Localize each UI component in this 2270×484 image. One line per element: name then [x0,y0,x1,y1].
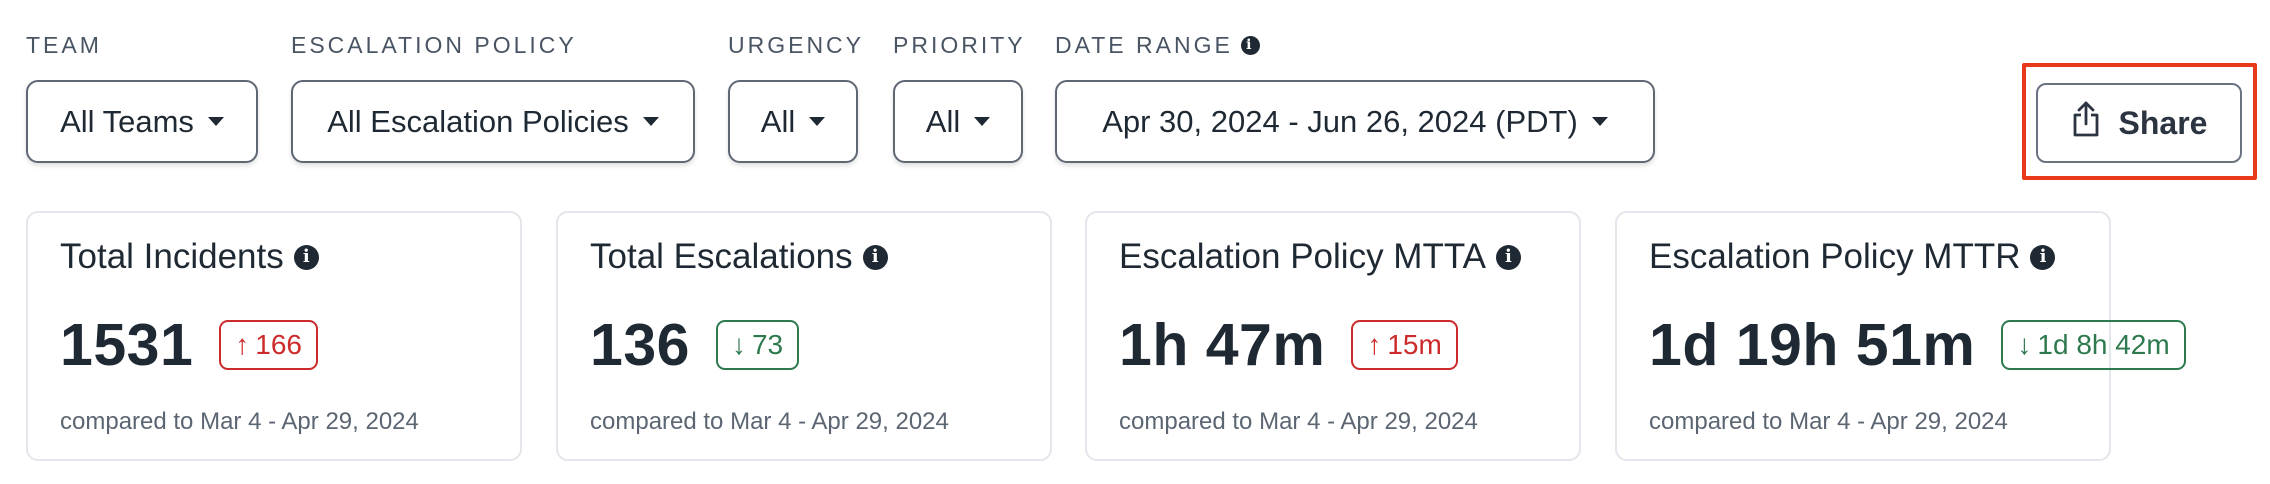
card-title: Escalation Policy MTTR i [1649,237,2056,277]
card-title: Escalation Policy MTTA i [1119,237,1521,277]
compare-text: compared to Mar 4 - Apr 29, 2024 [60,408,419,435]
escalation-policy-filter: ESCALATION POLICY All Escalation Policie… [291,30,695,163]
date-range-dropdown-value: Apr 30, 2024 - Jun 26, 2024 (PDT) [1102,103,1578,139]
escalation-policy-dropdown[interactable]: All Escalation Policies [291,80,695,163]
delta-value: 1d 8h 42m [2037,329,2170,360]
metric-row: 1h 47m ↑ 15m [1119,311,1458,379]
info-icon[interactable]: i [1240,35,1260,55]
info-icon[interactable]: i [293,244,319,270]
card-title-text: Total Escalations [590,237,853,276]
delta-value: 166 [255,329,302,360]
metric-card-escalation-policy-mttr: Escalation Policy MTTR i 1d 19h 51m ↓ 1d… [1615,211,2186,461]
delta-value: 15m [1387,329,1442,360]
info-icon[interactable]: i [2030,244,2056,270]
arrow-up-icon: ↑ [235,329,250,360]
metric-row: 136 ↓ 73 [590,311,800,379]
metric-value: 1531 [60,312,194,378]
team-filter-label: TEAM [26,31,102,58]
team-dropdown[interactable]: All Teams [26,80,258,163]
priority-filter: PRIORITY All [893,30,1026,163]
metric-row: 1d 19h 51m ↓ 1d 8h 42m [1649,311,2186,379]
metric-value: 1d 19h 51m [1649,312,1976,378]
escalation-policy-filter-label: ESCALATION POLICY [291,31,577,58]
team-filter: TEAM All Teams [26,30,258,163]
metric-value: 136 [590,312,690,378]
compare-text: compared to Mar 4 - Apr 29, 2024 [1649,408,2008,435]
card-title-text: Escalation Policy MTTA [1119,237,1486,276]
arrow-down-icon: ↓ [731,329,746,360]
info-icon[interactable]: i [862,244,888,270]
date-range-dropdown[interactable]: Apr 30, 2024 - Jun 26, 2024 (PDT) [1055,80,1655,163]
metric-card-total-escalations: Total Escalations i 136 ↓ 73 compared to… [556,211,1052,461]
team-dropdown-value: All Teams [60,103,194,139]
arrow-up-icon: ↑ [1367,329,1382,360]
share-button[interactable]: Share [2036,83,2242,163]
delta-badge: ↓ 1d 8h 42m [2001,320,2186,370]
compare-text: compared to Mar 4 - Apr 29, 2024 [590,408,949,435]
delta-badge: ↓ 73 [715,320,800,370]
card-title-text: Escalation Policy MTTR [1649,237,2021,276]
metric-value: 1h 47m [1119,312,1326,378]
card-title-text: Total Incidents [60,237,284,276]
metric-row: 1531 ↑ 166 [60,311,318,379]
priority-dropdown[interactable]: All [893,80,1023,163]
priority-filter-label: PRIORITY [893,31,1026,58]
caret-down-icon [642,117,659,126]
caret-down-icon [974,117,991,126]
metric-card-total-incidents: Total Incidents i 1531 ↑ 166 compared to… [26,211,522,461]
share-button-label: Share [2118,104,2208,141]
date-range-label-text: DATE RANGE [1055,31,1233,58]
priority-dropdown-value: All [925,103,961,139]
caret-down-icon [207,117,224,126]
date-range-filter-label: DATE RANGE i [1055,30,1260,60]
urgency-filter: URGENCY All [728,30,865,163]
metric-card-escalation-policy-mtta: Escalation Policy MTTA i 1h 47m ↑ 15m co… [1085,211,1581,461]
urgency-dropdown-value: All [760,103,796,139]
info-icon[interactable]: i [1495,244,1521,270]
delta-badge: ↑ 15m [1351,320,1458,370]
caret-down-icon [809,117,826,126]
escalation-policy-dropdown-value: All Escalation Policies [327,103,629,139]
urgency-dropdown[interactable]: All [728,80,858,163]
urgency-filter-label: URGENCY [728,31,865,58]
date-range-filter: DATE RANGE i Apr 30, 2024 - Jun 26, 2024… [1055,30,1655,163]
delta-value: 73 [751,329,784,360]
card-title: Total Incidents i [60,237,319,277]
caret-down-icon [1591,117,1608,126]
delta-badge: ↑ 166 [219,320,318,370]
share-icon [2071,100,2101,146]
arrow-down-icon: ↓ [2017,329,2032,360]
compare-text: compared to Mar 4 - Apr 29, 2024 [1119,408,1478,435]
card-title: Total Escalations i [590,237,888,277]
